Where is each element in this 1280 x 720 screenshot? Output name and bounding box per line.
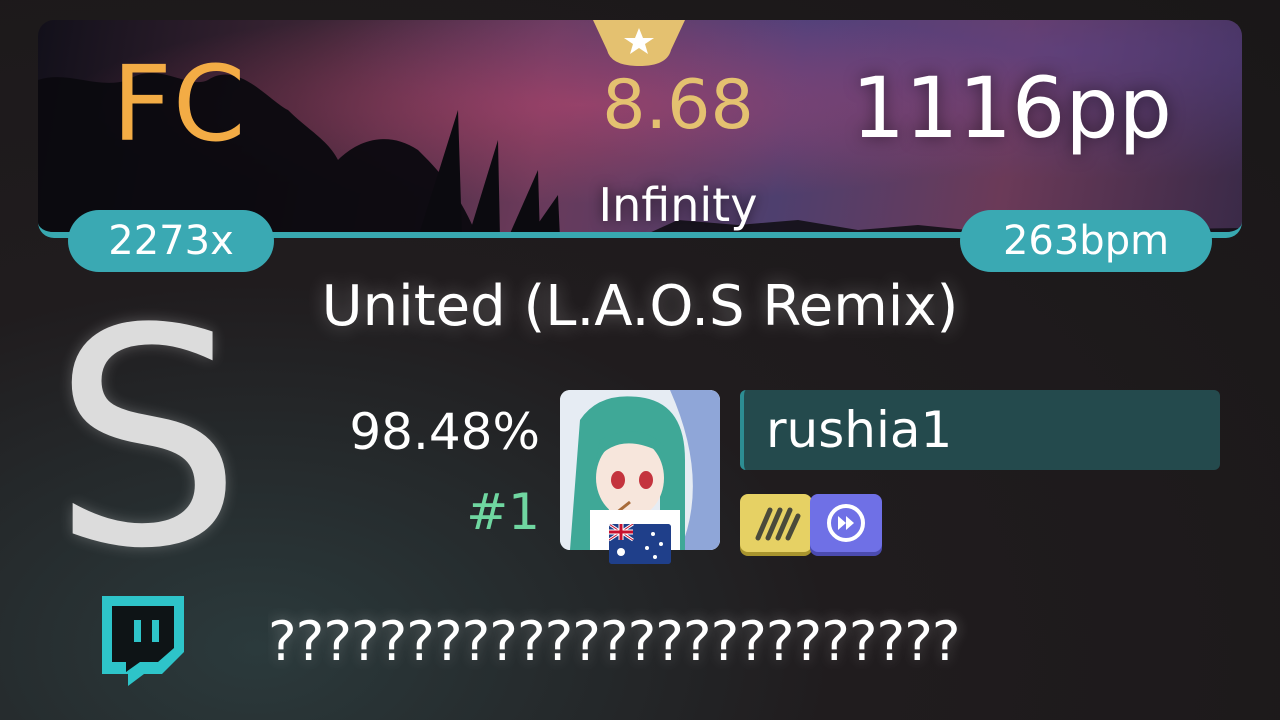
- full-combo-label: FC: [112, 43, 247, 165]
- stream-comment: ?????????????????????????: [268, 610, 961, 673]
- accuracy-value: 98.48%: [349, 403, 540, 461]
- rank-grade: S: [52, 265, 243, 614]
- twitch-icon: [102, 596, 184, 686]
- pp-value: 1116pp: [851, 59, 1172, 157]
- star-icon: [593, 20, 685, 66]
- username-panel: rushia1: [740, 390, 1220, 470]
- username: rushia1: [766, 401, 953, 459]
- difficulty-name: Infinity: [598, 178, 758, 232]
- song-title: United (L.A.O.S Remix): [321, 274, 959, 339]
- star-rating: 8.68: [602, 66, 754, 145]
- max-combo-badge: 2273x: [68, 210, 274, 272]
- leaderboard-position: #1: [466, 483, 540, 541]
- hidden-mod-icon: [740, 494, 812, 552]
- country-flag-icon: [609, 524, 671, 564]
- double-time-mod-icon: [810, 494, 882, 552]
- bpm-badge: 263bpm: [960, 210, 1212, 272]
